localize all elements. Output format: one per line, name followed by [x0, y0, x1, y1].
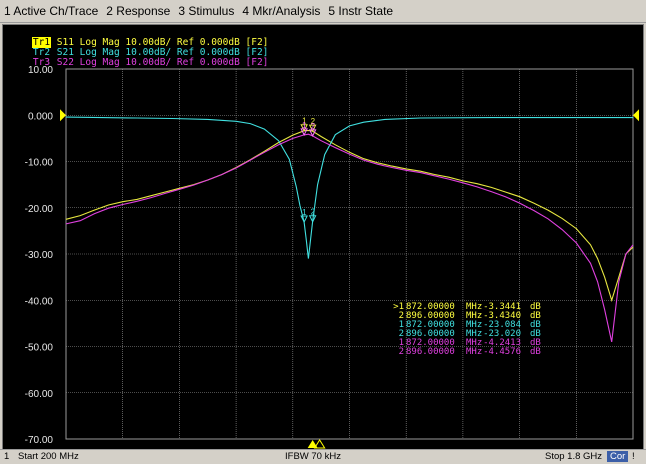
ref-arrow-left-icon [60, 109, 66, 122]
marker-label: 1 [302, 121, 307, 130]
marker-readout-cell: 896.00000 [406, 347, 455, 357]
y-tick-label: -30.00 [25, 250, 54, 261]
warning-flag: ! [632, 451, 635, 462]
menu-response[interactable]: 2 Response [102, 4, 174, 18]
y-tick-label: -50.00 [25, 343, 54, 354]
ref-arrow-right-icon [633, 109, 639, 122]
menu-instr-state[interactable]: 5 Instr State [324, 4, 397, 18]
y-tick-label: -70.00 [25, 435, 54, 446]
status-channel: 1 [4, 451, 10, 462]
stimulus-marker-icon [307, 440, 318, 448]
y-tick-label: -10.00 [25, 158, 54, 169]
y-tick-label: -20.00 [25, 204, 54, 215]
trace-header-tr3[interactable]: Tr3 S22 Log Mag 10.00dB/ Ref 0.000dB [F2… [9, 48, 269, 78]
menu-mkr-analysis[interactable]: 4 Mkr/Analysis [238, 4, 324, 18]
status-stop-freq[interactable]: Stop 1.8 GHz [545, 451, 602, 462]
status-bar: 1 Start 200 MHz IFBW 70 kHz Stop 1.8 GHz… [0, 449, 646, 464]
trace-plot: 10.000.000-10.00-20.00-30.00-40.00-50.00… [25, 65, 639, 449]
status-ifbw[interactable]: IFBW 70 kHz [285, 451, 341, 462]
marker-readout-cell: dB [530, 347, 541, 357]
y-tick-label: 0.000 [28, 111, 53, 122]
marker-readout-cell: -4.4576 [483, 347, 521, 357]
marker-label: 2 [311, 208, 316, 217]
y-tick-label: -40.00 [25, 296, 54, 307]
trace-label-tr3[interactable]: Tr3 [32, 57, 51, 68]
y-tick-label: -60.00 [25, 389, 54, 400]
display-screen: 10.00 0.000 -10.00 -20.00 -30.00 -40.00 -50.00… [2, 24, 644, 450]
marker-label: 1 [302, 208, 307, 217]
correction-badge[interactable]: Cor [607, 451, 629, 462]
menu-active-ch-trace[interactable]: 1 Active Ch/Trace [0, 4, 102, 18]
menu-stimulus[interactable]: 3 Stimulus [174, 4, 238, 18]
marker-label: 2 [311, 122, 316, 131]
menu-bar: 1 Active Ch/Trace 2 Response 3 Stimulus … [0, 0, 646, 23]
trace-info-tr3: S22 Log Mag 10.00dB/ Ref 0.000dB [F2] [51, 57, 269, 68]
marker-readout-cell: MHz [466, 347, 482, 357]
marker-readout-cell: 2 [399, 347, 404, 357]
status-start-freq[interactable]: Start 200 MHz [18, 451, 79, 462]
